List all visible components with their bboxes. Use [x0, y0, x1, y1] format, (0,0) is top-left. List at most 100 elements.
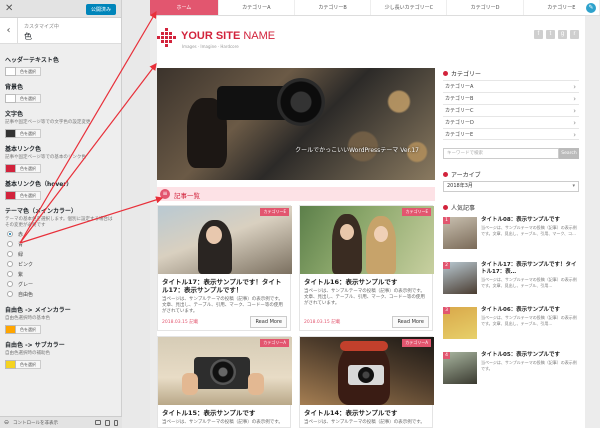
color-swatch[interactable]: [5, 67, 16, 76]
radio-option-purple[interactable]: 紫: [7, 269, 116, 279]
desktop-preview-icon[interactable]: [95, 420, 101, 425]
search-input[interactable]: キーワードで検索: [443, 148, 559, 159]
category-link[interactable]: カテゴリーA: [443, 80, 579, 93]
color-swatch[interactable]: [5, 360, 16, 369]
control-title: 自由色 -> メインカラー: [5, 307, 71, 314]
color-picker[interactable]: 色を選択: [5, 191, 116, 200]
select-color-button[interactable]: 色を選択: [16, 191, 41, 200]
select-color-button[interactable]: 色を選択: [16, 129, 41, 138]
color-swatch[interactable]: [5, 164, 16, 173]
widget-title-archive: アーカイブ: [443, 169, 579, 179]
post-title[interactable]: タイトル14：表示サンプルです: [300, 405, 432, 417]
popular-thumbnail[interactable]: 1: [443, 217, 477, 249]
close-icon[interactable]: ✕: [5, 3, 13, 14]
popular-title[interactable]: タイトル05：表示サンプルです: [481, 352, 579, 359]
select-color-button[interactable]: 色を選択: [16, 67, 41, 76]
back-arrow-icon[interactable]: ‹: [0, 18, 18, 44]
radio-button[interactable]: [7, 261, 13, 267]
category-link[interactable]: カテゴリーC: [443, 104, 579, 117]
radio-button[interactable]: [7, 291, 13, 297]
color-picker[interactable]: 色を選択: [5, 164, 116, 173]
post-title[interactable]: タイトル15：表示サンプルです: [158, 405, 290, 417]
popular-post[interactable]: 1 タイトル08：表示サンプルです 当ページは、サンプルテーマの投稿（記事）の表示…: [443, 217, 579, 257]
color-swatch[interactable]: [5, 94, 16, 103]
nav-item-home[interactable]: ホーム: [150, 0, 219, 15]
popular-thumbnail[interactable]: 4: [443, 352, 477, 384]
publish-button[interactable]: 公開済み: [85, 4, 116, 15]
post-thumbnail[interactable]: カテゴリーE: [158, 206, 292, 274]
control-title: 背景色: [5, 84, 24, 91]
popular-post[interactable]: 4 タイトル05：表示サンプルです 当ページは、サンプルテーマの投稿（記事）の表示…: [443, 352, 579, 392]
thumb-figure: [366, 216, 396, 274]
category-link[interactable]: カテゴリーD: [443, 116, 579, 129]
popular-thumbnail[interactable]: 3: [443, 307, 477, 339]
archive-select[interactable]: 2018年3月: [443, 181, 579, 192]
color-swatch[interactable]: [5, 129, 16, 138]
color-picker[interactable]: 色を選択: [5, 360, 116, 369]
radio-button[interactable]: [7, 231, 13, 237]
tablet-preview-icon[interactable]: [105, 419, 110, 426]
popular-title[interactable]: タイトル08：表示サンプルです: [481, 217, 579, 224]
radio-button[interactable]: [7, 241, 13, 247]
post-card[interactable]: カテゴリーE タイトル16：表示サンプルです 当ページは、サンプルテーマの投稿（…: [299, 205, 434, 331]
google-plus-icon[interactable]: g: [558, 30, 567, 39]
nav-item-category-c[interactable]: 少し長いカテゴリーC: [371, 0, 448, 15]
color-picker[interactable]: 色を選択: [5, 325, 116, 334]
color-picker[interactable]: 色を選択: [5, 94, 116, 103]
popular-thumbnail[interactable]: 2: [443, 262, 477, 294]
popular-post[interactable]: 2 タイトル17：表示サンプルです！タイトル17：表… 当ページは、サンプルテーマ…: [443, 262, 579, 302]
post-card[interactable]: カテゴリーE タイトル17：表示サンプルです！タイトル17：表示サンプルです！ …: [157, 205, 292, 331]
site-name[interactable]: YOUR SITE NAME: [181, 30, 275, 42]
read-more-button[interactable]: Read More: [250, 316, 287, 328]
category-badge[interactable]: カテゴリーA: [402, 339, 431, 347]
radio-option-free[interactable]: 自由色: [7, 289, 116, 299]
select-color-button[interactable]: 色を選択: [16, 360, 41, 369]
post-excerpt: 当ページは、サンプルテーマの投稿（記事）の表示例です。文章、見出し、テーブル、引…: [162, 297, 283, 314]
post-title[interactable]: タイトル16：表示サンプルです: [300, 274, 432, 286]
select-color-button[interactable]: 色を選択: [16, 94, 41, 103]
collapse-icon[interactable]: ⊖: [4, 419, 9, 426]
radio-option-red[interactable]: 赤: [7, 229, 116, 239]
read-more-button[interactable]: Read More: [392, 316, 429, 328]
radio-option-green[interactable]: 緑: [7, 249, 116, 259]
controls-list: ヘッダーテキスト色 色を選択 背景色 色を選択 文字色 記事や固定ページ等での文…: [0, 44, 121, 369]
category-badge[interactable]: カテゴリーE: [402, 208, 431, 216]
edit-pencil-icon[interactable]: ✎: [586, 3, 596, 13]
search-button[interactable]: Search: [559, 148, 579, 159]
nav-item-category-a[interactable]: カテゴリーA: [219, 0, 295, 15]
color-picker[interactable]: 色を選択: [5, 129, 116, 138]
nav-item-category-d[interactable]: カテゴリーD: [447, 0, 524, 15]
radio-button[interactable]: [7, 281, 13, 287]
popular-title[interactable]: タイトル06：表示サンプルです: [481, 307, 579, 314]
post-card[interactable]: カテゴリーA タイトル15：表示サンプルです 当ページは、サンプルテーマの投稿（…: [157, 336, 292, 428]
category-link[interactable]: カテゴリーE: [443, 128, 579, 141]
select-color-button[interactable]: 色を選択: [16, 164, 41, 173]
post-card[interactable]: カテゴリーA タイトル14：表示サンプルです 当ページは、サンプルテーマの投稿（…: [299, 336, 434, 428]
mobile-preview-icon[interactable]: [114, 419, 118, 426]
category-badge[interactable]: カテゴリーE: [260, 208, 289, 216]
post-title[interactable]: タイトル17：表示サンプルです！タイトル17：表示サンプルです！: [158, 274, 290, 294]
hide-controls-link[interactable]: コントロールを非表示: [13, 420, 91, 426]
radio-option-gray[interactable]: グレー: [7, 279, 116, 289]
radio-option-blue[interactable]: 青: [7, 239, 116, 249]
color-swatch[interactable]: [5, 191, 16, 200]
popular-title[interactable]: タイトル17：表示サンプルです！タイトル17：表…: [481, 262, 579, 276]
radio-button[interactable]: [7, 251, 13, 257]
color-picker[interactable]: 色を選択: [5, 67, 116, 76]
nav-item-category-b[interactable]: カテゴリーB: [295, 0, 372, 15]
rss-icon[interactable]: r: [570, 30, 579, 39]
select-color-button[interactable]: 色を選択: [16, 325, 41, 334]
radio-option-pink[interactable]: ピンク: [7, 259, 116, 269]
twitter-icon[interactable]: t: [546, 30, 555, 39]
site-logo-icon[interactable]: [157, 28, 177, 48]
facebook-icon[interactable]: f: [534, 30, 543, 39]
post-thumbnail[interactable]: カテゴリーE: [300, 206, 434, 274]
radio-button[interactable]: [7, 271, 13, 277]
category-link[interactable]: カテゴリーB: [443, 92, 579, 105]
post-thumbnail[interactable]: カテゴリーA: [158, 337, 292, 405]
category-badge[interactable]: カテゴリーA: [260, 339, 289, 347]
post-thumbnail[interactable]: カテゴリーA: [300, 337, 434, 405]
color-swatch[interactable]: [5, 325, 16, 334]
popular-post[interactable]: 3 タイトル06：表示サンプルです 当ページは、サンプルテーマの投稿（記事）の表示…: [443, 307, 579, 347]
hero-image[interactable]: クールでかっこいいWordPressテーマ Ver.17: [157, 68, 435, 180]
